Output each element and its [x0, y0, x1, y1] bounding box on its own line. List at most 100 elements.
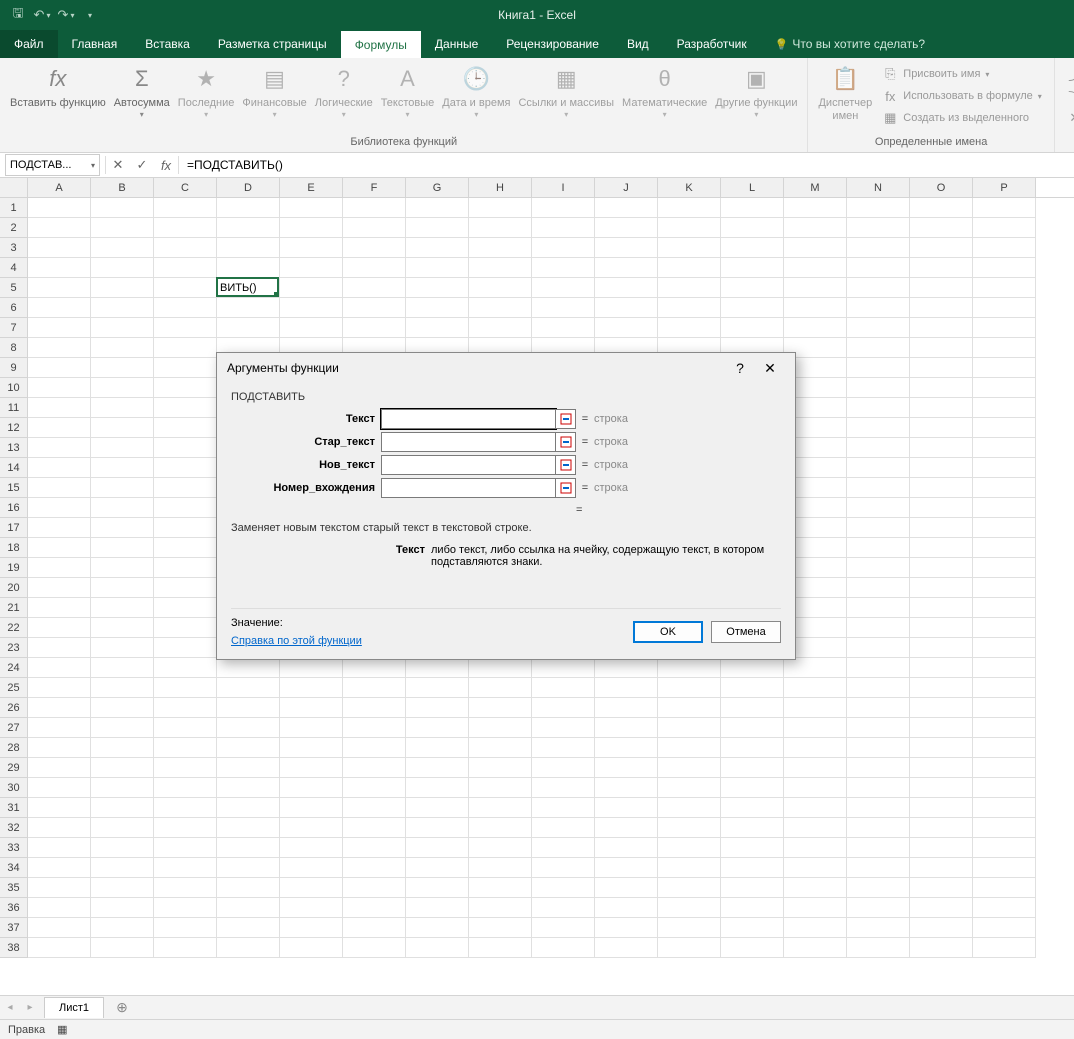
cell[interactable] [721, 658, 784, 678]
cell[interactable] [154, 438, 217, 458]
cell[interactable] [973, 218, 1036, 238]
name-manager-button[interactable]: 📋 Диспетчер имен [814, 61, 876, 134]
cell[interactable] [973, 438, 1036, 458]
cell[interactable] [154, 918, 217, 938]
cell[interactable] [406, 238, 469, 258]
row-header[interactable]: 1 [0, 198, 28, 218]
cell[interactable] [28, 298, 91, 318]
cell[interactable] [280, 738, 343, 758]
cell[interactable] [154, 758, 217, 778]
cell[interactable] [847, 498, 910, 518]
cell[interactable] [721, 678, 784, 698]
column-header[interactable]: P [973, 178, 1036, 197]
cell[interactable] [532, 258, 595, 278]
cell[interactable] [847, 918, 910, 938]
cell[interactable] [910, 518, 973, 538]
cell[interactable] [280, 798, 343, 818]
cell[interactable] [847, 718, 910, 738]
cell[interactable] [910, 618, 973, 638]
cell[interactable] [406, 738, 469, 758]
cell[interactable] [154, 578, 217, 598]
help-link[interactable]: Справка по этой функции [231, 635, 362, 647]
cell[interactable] [280, 318, 343, 338]
column-header[interactable]: C [154, 178, 217, 197]
cell[interactable] [532, 898, 595, 918]
cell[interactable] [847, 238, 910, 258]
cell[interactable] [721, 298, 784, 318]
formula-input[interactable]: =ПОДСТАВИТЬ() [179, 158, 1074, 172]
row-header[interactable]: 19 [0, 558, 28, 578]
cell[interactable] [217, 218, 280, 238]
column-header[interactable]: G [406, 178, 469, 197]
row-header[interactable]: 31 [0, 798, 28, 818]
cell[interactable] [280, 938, 343, 958]
cell[interactable] [784, 278, 847, 298]
cell[interactable] [406, 798, 469, 818]
cell[interactable] [658, 658, 721, 678]
cell[interactable] [973, 658, 1036, 678]
cell[interactable] [532, 298, 595, 318]
cell[interactable] [658, 838, 721, 858]
cell[interactable] [847, 638, 910, 658]
cell[interactable] [658, 938, 721, 958]
cell[interactable] [847, 518, 910, 538]
tab-home[interactable]: Главная [58, 30, 132, 58]
cell[interactable] [469, 938, 532, 958]
cell[interactable] [658, 238, 721, 258]
cell[interactable] [154, 698, 217, 718]
dialog-titlebar[interactable]: Аргументы функции ? ✕ [217, 353, 795, 383]
cell[interactable] [595, 778, 658, 798]
cell[interactable] [784, 918, 847, 938]
cell[interactable] [721, 698, 784, 718]
cell[interactable] [91, 938, 154, 958]
undo-icon[interactable]: ↶▾ [34, 7, 50, 23]
cell[interactable] [847, 818, 910, 838]
cell[interactable] [784, 858, 847, 878]
cell[interactable] [595, 278, 658, 298]
column-header[interactable]: D [217, 178, 280, 197]
cell[interactable] [28, 678, 91, 698]
cell[interactable] [658, 318, 721, 338]
cell[interactable] [91, 218, 154, 238]
cell[interactable] [154, 558, 217, 578]
cell[interactable] [217, 198, 280, 218]
cell[interactable] [154, 598, 217, 618]
cell[interactable] [532, 198, 595, 218]
cell[interactable] [595, 198, 658, 218]
trace-precedents-button[interactable]: ⤴ Влияющие ячейки [1061, 63, 1074, 85]
cell[interactable] [406, 658, 469, 678]
cell[interactable] [406, 698, 469, 718]
cell[interactable] [910, 878, 973, 898]
cell[interactable] [28, 398, 91, 418]
cell[interactable] [595, 818, 658, 838]
cell[interactable] [154, 258, 217, 278]
row-header[interactable]: 11 [0, 398, 28, 418]
cell[interactable] [343, 878, 406, 898]
cell[interactable] [784, 898, 847, 918]
cell[interactable] [28, 218, 91, 238]
cell[interactable] [406, 838, 469, 858]
cell[interactable] [847, 578, 910, 598]
column-header[interactable]: H [469, 178, 532, 197]
cell[interactable] [91, 758, 154, 778]
cell[interactable] [343, 238, 406, 258]
cell[interactable] [721, 198, 784, 218]
cell[interactable] [721, 838, 784, 858]
cell[interactable] [721, 278, 784, 298]
cell[interactable] [91, 738, 154, 758]
cell[interactable] [343, 698, 406, 718]
cell[interactable] [28, 818, 91, 838]
cell[interactable] [532, 778, 595, 798]
tab-review[interactable]: Рецензирование [492, 30, 613, 58]
cell[interactable] [658, 798, 721, 818]
sheet-nav-next[interactable]: ▸ [20, 1002, 40, 1013]
cell[interactable] [658, 698, 721, 718]
cell[interactable] [847, 698, 910, 718]
cell[interactable] [28, 798, 91, 818]
cancel-formula-button[interactable]: ✕ [106, 154, 130, 176]
cell[interactable] [973, 878, 1036, 898]
cell[interactable] [343, 718, 406, 738]
cell[interactable] [847, 358, 910, 378]
close-button[interactable]: ✕ [755, 353, 785, 383]
cell[interactable] [847, 838, 910, 858]
